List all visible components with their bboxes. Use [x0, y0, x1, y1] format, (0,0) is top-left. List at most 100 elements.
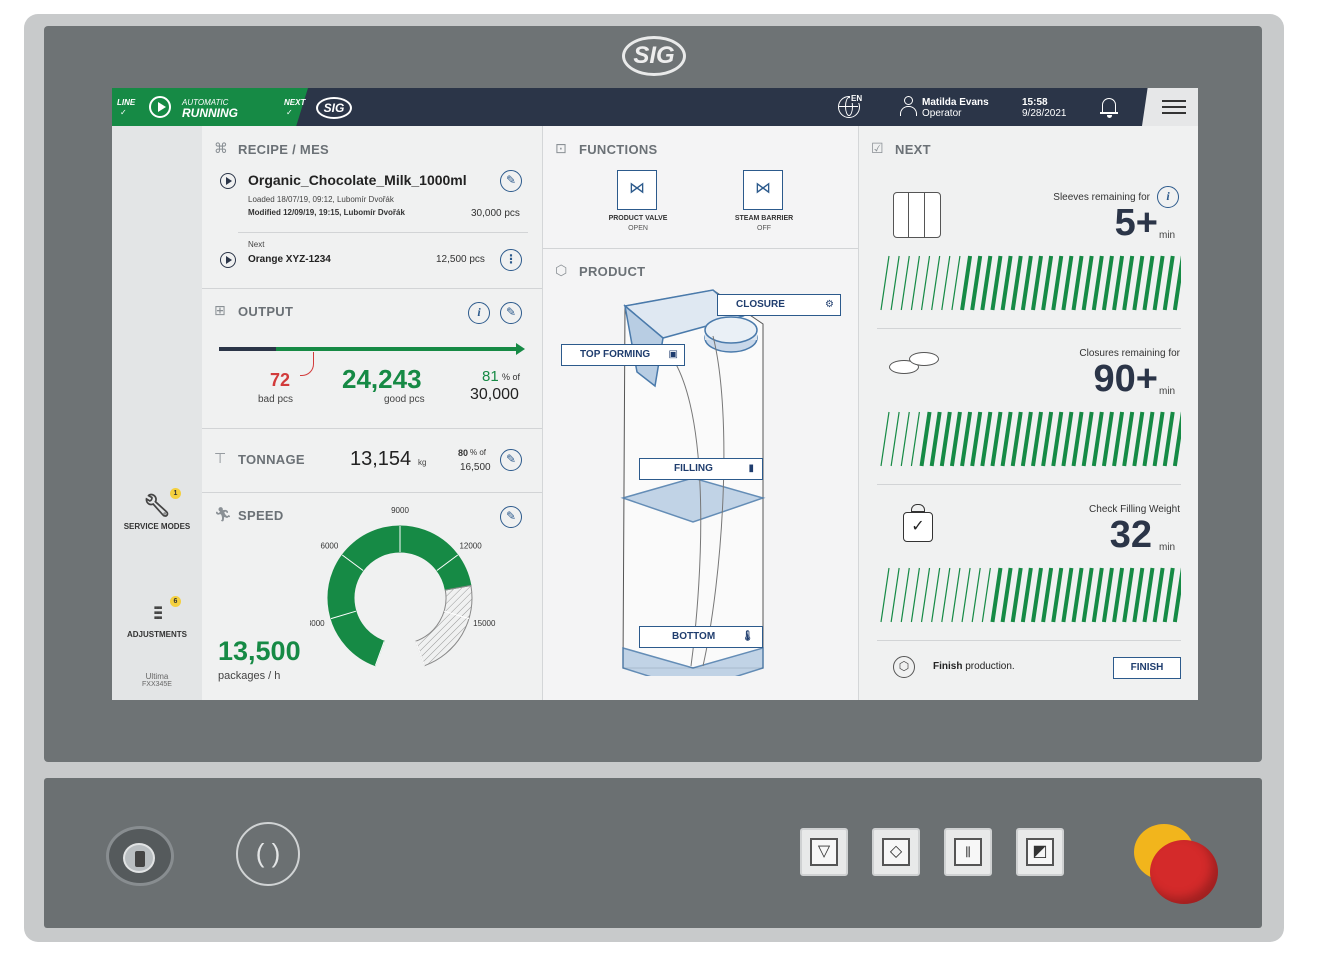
control-panel: [44, 778, 1262, 928]
timeline-stripe-active: [1031, 255, 1043, 311]
gauge-remaining-arc: [415, 584, 473, 667]
finish-button[interactable]: FINISH: [1113, 657, 1181, 679]
timeline-stripe-active: [1061, 411, 1074, 467]
timeline-stripe-active: [1091, 255, 1104, 311]
service-modes-button[interactable]: 🔧︎ 1 SERVICE MODES: [112, 488, 202, 531]
closures-timeline: [880, 411, 1181, 467]
next-check-icon: ✓: [286, 108, 293, 117]
middle-column: ⊡ FUNCTIONS ⋈ PRODUCT VALVE OPEN ⋈ STEAM…: [542, 126, 859, 700]
edit-recipe-button[interactable]: ✎: [500, 170, 522, 192]
closures-unit: min: [1159, 386, 1176, 397]
timeline-stripe-active: [1172, 411, 1181, 467]
key-switch[interactable]: [106, 826, 174, 886]
closure-label: CLOSURE: [736, 299, 785, 310]
output-progress-fill: [276, 347, 519, 351]
next-recipe-label: Next: [248, 240, 265, 249]
tonnage-percent-suffix: % of: [470, 448, 487, 457]
closure-label-button[interactable]: CLOSURE ⚙: [717, 294, 841, 316]
filling-button[interactable]: FILLING ▮: [639, 458, 763, 480]
timeline-stripe-active: [1132, 567, 1145, 623]
machine-code: FXX345E: [142, 681, 172, 688]
timeline-stripe-active: [1010, 255, 1023, 311]
next-recipe-qty: 12,500 pcs: [436, 254, 485, 265]
divider: [202, 288, 542, 289]
timeline-stripe-active: [1010, 567, 1023, 623]
timeline-stripe-active: [1142, 411, 1155, 467]
output-info-button[interactable]: i: [468, 302, 490, 324]
divider: [238, 232, 528, 233]
bottom-button[interactable]: BOTTOM 🌡︎: [639, 626, 763, 648]
machine-name: Ultima: [145, 672, 169, 681]
timeline-stripe-active: [1132, 411, 1145, 467]
filling-weight-timeline: [880, 567, 1181, 623]
product-valve-button[interactable]: ⋈: [617, 170, 657, 210]
sliders-icon: ⫶⫶⫶: [153, 604, 163, 624]
timeline-stripe-active: [1112, 255, 1125, 311]
timeline-stripe-idle: [971, 567, 981, 623]
play-icon[interactable]: [149, 96, 171, 118]
next-recipe-more-button[interactable]: ⋮: [500, 249, 522, 271]
edit-tonnage-button[interactable]: ✎: [500, 449, 522, 471]
menu-area[interactable]: [1142, 88, 1198, 126]
divider: [877, 640, 1181, 641]
timeline-stripe-active: [1020, 255, 1033, 311]
sleeves-unit: min: [1159, 230, 1176, 241]
service-modes-badge: 1: [170, 488, 181, 499]
speed-title: SPEED: [238, 508, 284, 523]
filling-weight-value: 32: [1109, 514, 1152, 556]
hamburger-menu-icon[interactable]: [1162, 100, 1186, 102]
timeline-stripe-active: [990, 255, 1003, 311]
edit-output-button[interactable]: ✎: [500, 302, 522, 324]
timeline-stripe-idle: [910, 411, 920, 467]
good-pcs-label: good pcs: [384, 394, 425, 405]
recipe-modified: Modified 12/09/19, 19:15, Lubomír Dvořák: [248, 208, 405, 217]
timeline-stripe-idle: [931, 567, 941, 623]
stop-triangle-icon: ▽: [810, 838, 838, 866]
user-icon[interactable]: [900, 96, 917, 116]
timeline-stripe-idle: [910, 567, 920, 623]
play-icon[interactable]: [220, 173, 236, 189]
timeline-stripe-active: [1000, 255, 1013, 311]
emergency-stop-button[interactable]: [1150, 840, 1218, 904]
timeline-stripe-idle: [920, 255, 931, 311]
timeline-stripe-active: [939, 411, 952, 467]
rfid-reader-icon[interactable]: ( ): [236, 822, 300, 886]
mode-state: RUNNING: [182, 106, 238, 120]
timeline-stripe-active: [960, 255, 973, 311]
closures-value: 90+: [1093, 358, 1158, 400]
output-target: 30,000: [470, 386, 519, 403]
adjustments-button[interactable]: ⫶⫶⫶ 6 ADJUSTMENTS: [112, 596, 202, 639]
timeline-stripe-active: [1172, 567, 1181, 623]
functions-icon: ⊡: [555, 140, 567, 156]
hw-key-stop[interactable]: ▽: [800, 828, 848, 876]
top-forming-button[interactable]: TOP FORMING ▣: [561, 344, 685, 366]
recipe-loaded: Loaded 18/07/19, 09:12, Lubomír Dvořák: [248, 195, 394, 204]
timeline-stripe-active: [1152, 567, 1165, 623]
language-label[interactable]: EN: [850, 94, 864, 103]
divider: [543, 248, 859, 249]
hw-key-reset[interactable]: ◩: [1016, 828, 1064, 876]
left-column: ⌘ RECIPE / MES Organic_Chocolate_Milk_10…: [202, 126, 542, 700]
timeline-stripe-active: [1041, 411, 1054, 467]
tonnage-unit: kg: [418, 458, 427, 467]
gauge-tick-label: 3000: [310, 619, 325, 628]
output-title: OUTPUT: [238, 304, 294, 319]
timeline-stripe-active: [1101, 567, 1114, 623]
bell-icon[interactable]: [1100, 98, 1118, 118]
timeline-stripe-active: [1101, 411, 1114, 467]
timeline-stripe-idle: [961, 567, 971, 623]
timeline-stripe-active: [1051, 411, 1064, 467]
sleeves-info-button[interactable]: i: [1157, 186, 1179, 208]
line-label: LINE: [117, 98, 136, 107]
hw-key-start[interactable]: ◇: [872, 828, 920, 876]
timeline-stripe-idle: [880, 255, 890, 311]
next-recipe-name: Orange XYZ-1234: [248, 254, 331, 265]
adjustments-label: ADJUSTMENTS: [126, 630, 187, 639]
steam-barrier-button[interactable]: ⋈: [743, 170, 783, 210]
hw-key-jog[interactable]: ⫼: [944, 828, 992, 876]
reject-arrow-icon: [300, 352, 314, 376]
play-icon[interactable]: [220, 252, 236, 268]
speed-unit: packages / h: [218, 670, 281, 682]
recipe-icon: ⌘: [214, 140, 228, 156]
timeline-stripe-idle: [920, 567, 931, 623]
